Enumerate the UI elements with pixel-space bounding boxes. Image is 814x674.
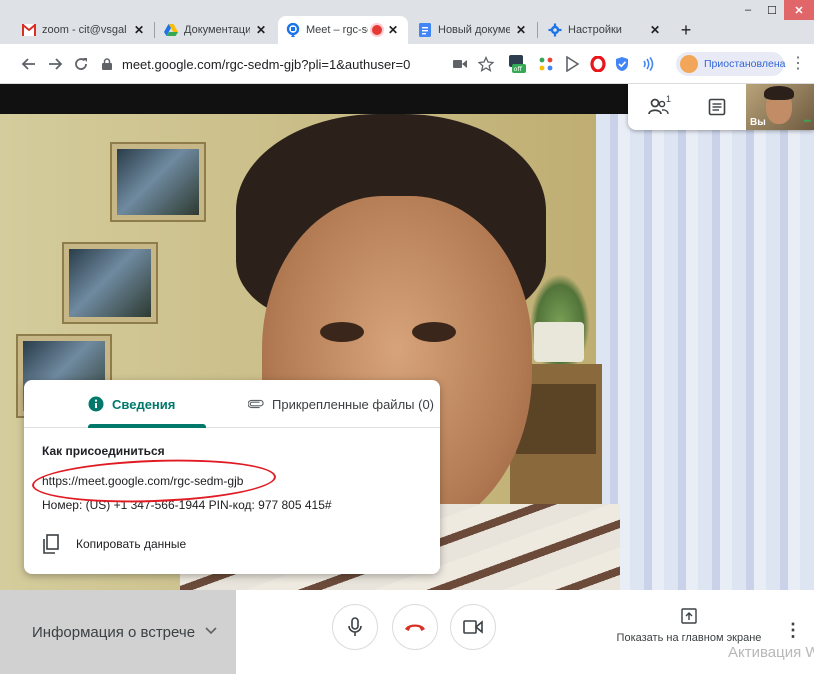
present-screen-label: Показать на главном экране: [616, 632, 762, 644]
google-drive-icon: [164, 23, 178, 37]
browser-tab-docs-list[interactable]: Документация - ✕: [156, 16, 276, 44]
self-view-thumbnail[interactable]: Вы •••: [746, 84, 814, 130]
browser-tab-new-document[interactable]: Новый документ ✕: [410, 16, 536, 44]
meeting-info-label: Информация о встрече: [32, 623, 196, 641]
present-screen-icon: [681, 608, 697, 624]
tab-attachments[interactable]: Прикрепленные файлы (0): [248, 380, 434, 428]
microphone-icon: [348, 617, 362, 636]
tab-separator: [154, 22, 155, 38]
info-icon: [88, 396, 104, 412]
chevron-down-icon: [205, 626, 217, 638]
lock-icon: [100, 57, 114, 71]
video-plant-pot: [534, 322, 584, 362]
video-camera-icon: [463, 620, 483, 634]
join-heading: Как присоединиться: [42, 444, 165, 458]
browser-tabstrip: zoom - cit@vsgal ✕ Документация - ✕ Meet…: [0, 0, 814, 44]
dots-extension-icon[interactable]: [538, 56, 554, 72]
url-text: meet.google.com/rgc-sedm-gjb?pli=1&authu…: [122, 56, 411, 72]
tab-separator: [537, 22, 538, 38]
sound-waves-icon[interactable]: [640, 56, 656, 72]
self-view-hair: [764, 86, 794, 100]
extension-off-icon[interactable]: off: [508, 54, 528, 74]
meet-bottom-bar: Информация о встрече Показать на главном…: [0, 590, 814, 674]
tab-close-icon[interactable]: ✕: [648, 23, 662, 37]
chat-button[interactable]: [704, 94, 730, 120]
tab-label: Настройки: [568, 24, 622, 36]
participants-count: 1: [666, 94, 672, 104]
self-view-label: Вы: [750, 117, 766, 128]
docs-icon: [418, 23, 432, 37]
tab-close-icon[interactable]: ✕: [514, 23, 528, 37]
browser-tab-gmail[interactable]: zoom - cit@vsgal ✕: [14, 16, 154, 44]
bookmark-star-icon[interactable]: [478, 56, 494, 72]
browser-tab-settings[interactable]: Настройки ✕: [540, 16, 670, 44]
tab-close-icon[interactable]: ✕: [386, 23, 400, 37]
tab-details-label: Сведения: [112, 396, 176, 412]
new-tab-button[interactable]: +: [676, 16, 696, 44]
tab-label: Новый документ: [438, 24, 510, 36]
end-call-button[interactable]: [392, 604, 438, 650]
microphone-button[interactable]: [332, 604, 378, 650]
shield-icon[interactable]: [614, 56, 630, 72]
tab-label: Документация -: [184, 24, 250, 36]
tab-label: Meet – rgc-se: [306, 24, 368, 36]
back-arrow-icon[interactable]: [18, 53, 40, 75]
window-minimize-button[interactable]: –: [736, 0, 760, 20]
tab-label: zoom - cit@vsgal: [42, 24, 127, 36]
address-bar[interactable]: meet.google.com/rgc-sedm-gjb?pli=1&authu…: [100, 52, 500, 76]
copy-details-button[interactable]: Копировать данные: [42, 532, 186, 556]
cursor-extension-icon[interactable]: [564, 56, 580, 72]
reload-icon[interactable]: [70, 53, 92, 75]
forward-arrow-icon[interactable]: [44, 53, 66, 75]
participant-eye: [320, 322, 364, 342]
opera-o-icon[interactable]: [590, 56, 606, 72]
settings-gear-icon: [548, 23, 562, 37]
recording-dot-icon: [372, 25, 382, 35]
copy-details-label: Копировать данные: [76, 537, 187, 551]
wall-picture: [112, 144, 204, 220]
app-root: zoom - cit@vsgal ✕ Документация - ✕ Meet…: [0, 0, 814, 674]
active-tab-indicator: [88, 424, 206, 428]
gmail-icon: [22, 23, 36, 37]
participant-eye: [412, 322, 456, 342]
tab-details[interactable]: Сведения: [88, 380, 175, 428]
browser-toolbar: meet.google.com/rgc-sedm-gjb?pli=1&authu…: [0, 44, 814, 84]
video-curtain: [596, 114, 814, 590]
tab-close-icon[interactable]: ✕: [254, 23, 268, 37]
tab-attachments-label: Прикрепленные файлы (0): [272, 396, 434, 412]
meeting-info-button[interactable]: Информация о встрече: [0, 590, 236, 674]
wall-picture: [64, 244, 156, 322]
more-options-kebab-icon[interactable]: ⋮: [784, 620, 802, 640]
audio-activity-icon: •••: [803, 116, 812, 126]
profile-status-label: Приостановлена: [704, 58, 786, 70]
window-close-button[interactable]: ✕: [784, 0, 814, 20]
profile-avatar: [680, 55, 698, 73]
paperclip-icon: [248, 396, 264, 412]
copy-icon: [42, 534, 60, 554]
details-card-tabs: Сведения Прикрепленные файлы (0): [24, 380, 440, 428]
profile-status-button[interactable]: Приостановлена: [676, 52, 786, 76]
extension-off-badge: off: [514, 65, 523, 73]
meet-icon: [286, 23, 300, 37]
camera-button[interactable]: [450, 604, 496, 650]
participants-button[interactable]: 1: [646, 94, 672, 120]
tab-close-icon[interactable]: ✕: [132, 23, 146, 37]
hang-up-icon: [405, 624, 425, 631]
window-maximize-button[interactable]: ☐: [760, 0, 784, 20]
camera-in-use-icon[interactable]: [452, 56, 468, 72]
windows-activation-watermark: Активация W: [728, 644, 814, 661]
browser-tab-meet[interactable]: Meet – rgc-se ✕: [278, 16, 408, 44]
meeting-details-card: Сведения Прикрепленные файлы (0) Как при…: [24, 380, 440, 574]
chat-icon: [708, 98, 726, 116]
browser-menu-kebab-icon[interactable]: ⋮: [790, 56, 806, 72]
